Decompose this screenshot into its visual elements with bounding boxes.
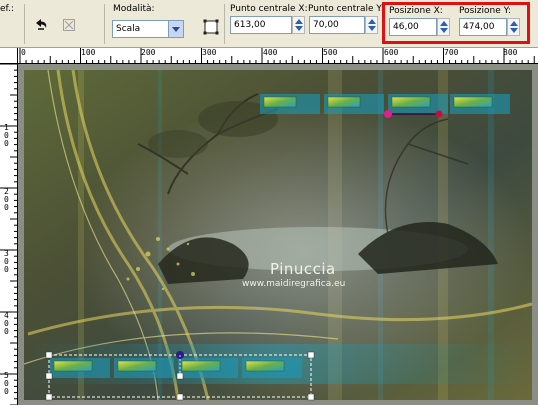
modalita-select[interactable]: Scala bbox=[112, 20, 184, 38]
separator bbox=[24, 4, 25, 44]
ruler-top-label: 400 bbox=[263, 48, 278, 57]
ruler-top-label: 700 bbox=[444, 48, 459, 57]
reset-icon[interactable] bbox=[58, 14, 80, 36]
canvas-artwork bbox=[18, 64, 538, 405]
ruler-top: 0 100 200 300 400 500 600 700 800 bbox=[18, 48, 538, 64]
watermark-url: www.maidiregrafica.eu bbox=[242, 279, 346, 289]
ruler-left-ticks bbox=[0, 64, 17, 405]
ruler-corner bbox=[0, 48, 18, 64]
ruler-top-label: 0 bbox=[21, 48, 26, 57]
ruler-top-label: 100 bbox=[81, 48, 96, 57]
ruler-top-label: 500 bbox=[323, 48, 338, 57]
separator bbox=[224, 4, 225, 44]
punto-y-label: Punto centrale Y: bbox=[308, 4, 384, 14]
punto-y-field[interactable]: 70,00 bbox=[309, 16, 365, 34]
ruler-left-label: 1 0 0 bbox=[4, 123, 9, 148]
ruler-left-label: 4 0 0 bbox=[4, 311, 9, 336]
undo-icon[interactable] bbox=[30, 14, 52, 36]
punto-x-label: Punto centrale X: bbox=[230, 4, 308, 14]
highlight-box bbox=[382, 2, 530, 44]
ruler-top-label: 600 bbox=[384, 48, 399, 57]
chevron-down-icon[interactable] bbox=[168, 21, 183, 37]
ruler-left-label: 3 0 0 bbox=[4, 249, 9, 274]
ruler-top-label: 300 bbox=[202, 48, 217, 57]
separator bbox=[104, 4, 105, 44]
ruler-top-label: 200 bbox=[141, 48, 156, 57]
punto-x-field[interactable]: 613,00 bbox=[230, 16, 292, 34]
ruler-top-label: 800 bbox=[503, 48, 518, 57]
modalita-value: Scala bbox=[116, 24, 141, 34]
image-canvas[interactable]: Pinuccia www.maidiregrafica.eu bbox=[18, 64, 538, 405]
ef-label: ef.: bbox=[0, 4, 14, 14]
tool-options-bar: ef.: Modalità: Scala Punto centrale X: 6… bbox=[0, 0, 538, 48]
ruler-top-ticks bbox=[19, 48, 535, 63]
modalita-label: Modalità: bbox=[113, 4, 155, 14]
ruler-left-label: 5 0 0 bbox=[4, 371, 9, 396]
pick-tool-icon[interactable] bbox=[200, 16, 222, 38]
watermark-title: Pinuccia bbox=[270, 260, 336, 278]
punto-x-spinner[interactable] bbox=[292, 16, 305, 34]
punto-y-spinner[interactable] bbox=[365, 16, 378, 34]
ruler-left-label: 2 0 0 bbox=[4, 187, 9, 212]
ruler-left: 1 0 0 2 0 0 3 0 0 4 0 0 5 0 0 bbox=[0, 64, 18, 405]
